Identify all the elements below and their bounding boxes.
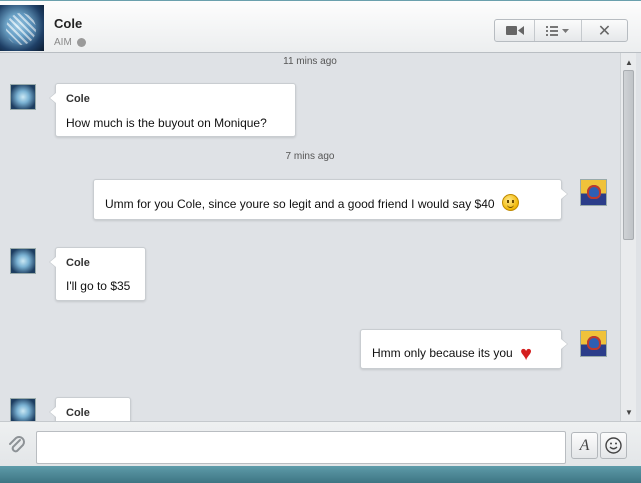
heart-emoji-icon: ♥ [520,343,532,365]
composer-bar: A [0,421,641,466]
video-call-button[interactable] [495,20,535,41]
contact-avatar[interactable] [0,5,44,51]
message-text: Umm for you Cole, since youre so legit a… [105,197,495,211]
message-sender: Cole [66,93,90,105]
contact-name[interactable]: Cole [54,16,82,31]
contact-message-avatar[interactable] [10,84,36,110]
message-sender: Cole [66,407,90,419]
message-list[interactable]: 11 mins ago Cole How much is the buyout … [0,53,620,421]
conversation-header: Cole AIM ✕ [0,1,641,53]
list-menu-icon [546,25,569,36]
message-input[interactable] [36,431,566,464]
options-menu-button[interactable] [535,20,582,41]
incoming-message: Cole How much is the buyout on Monique? [49,83,296,137]
chat-window: Cole AIM ✕ 11 mins ago Cole How much is … [0,0,641,483]
video-camera-icon [505,26,524,35]
font-format-icon: A [579,436,590,454]
paperclip-icon [9,436,25,453]
smile-emoji-icon [501,194,519,211]
timestamp: 11 mins ago [283,56,337,67]
text-format-button[interactable]: A [571,432,598,459]
message-text: I'll go to $35 [66,279,131,293]
emoji-picker-button[interactable] [600,432,627,459]
outgoing-message: Hmm only because its you ♥ [360,329,568,369]
message-text-row: Hmm only because its you ♥ [372,344,532,364]
incoming-message: Cole [49,397,131,421]
incoming-message: Cole I'll go to $35 [49,247,146,301]
attach-button[interactable] [6,434,28,456]
window-frame-bottom [0,466,641,483]
contact-message-avatar[interactable] [10,398,36,421]
message-scrollbar[interactable]: ▲ ▼ [620,53,636,421]
message-text-row: Umm for you Cole, since youre so legit a… [105,194,519,211]
close-icon: ✕ [597,22,612,40]
message-sender: Cole [66,257,90,269]
timestamp: 7 mins ago [285,151,335,162]
scroll-up-arrow-icon[interactable]: ▲ [621,55,637,69]
own-message-avatar[interactable] [580,179,607,206]
outgoing-message: Umm for you Cole, since youre so legit a… [93,179,568,220]
contact-status: AIM [54,37,86,48]
own-message-avatar[interactable] [580,330,607,357]
contact-message-avatar[interactable] [10,248,36,274]
message-text: Hmm only because its you [372,346,513,360]
service-label: AIM [54,37,72,48]
message-text: How much is the buyout on Monique? [66,116,267,130]
smiley-icon [605,437,622,454]
close-button[interactable]: ✕ [582,20,627,41]
scroll-down-arrow-icon[interactable]: ▼ [621,405,637,419]
scroll-thumb[interactable] [623,70,634,240]
status-dot-icon [76,38,86,47]
header-button-group: ✕ [494,19,628,42]
